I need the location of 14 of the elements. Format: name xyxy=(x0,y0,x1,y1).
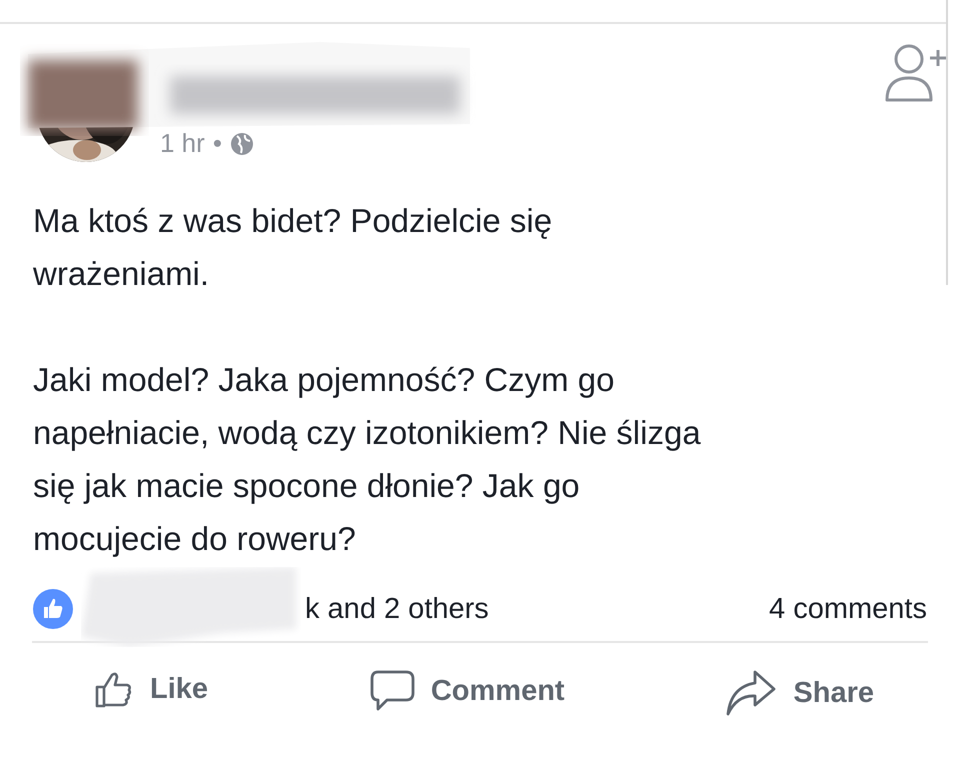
like-reaction-icon xyxy=(33,589,73,629)
share-button[interactable]: Share xyxy=(719,665,880,721)
share-arrow-icon xyxy=(725,669,778,717)
post-text: Jaki model? Jaka pojemność? Czym go napełniacie, wodą czy izotonikiem? Nie ślizga się jak macie spocone dłonie? Jak go mocujecie do roweru? xyxy=(33,360,702,559)
comments-count[interactable]: 4 comments xyxy=(769,592,927,626)
comment-button[interactable]: Comment xyxy=(362,665,571,717)
separator-dot: • xyxy=(212,128,222,159)
add-friend-icon[interactable] xyxy=(884,42,948,104)
speech-bubble-icon xyxy=(368,669,415,713)
reactions-summary[interactable]: k and 2 others xyxy=(305,592,489,626)
post-timestamp: 1 hr xyxy=(160,128,205,159)
post-text: Ma ktoś z was bidet? Podzielcie się wrażeniami. xyxy=(33,201,554,294)
like-button[interactable]: Like xyxy=(88,665,214,713)
globe-icon xyxy=(230,132,254,156)
